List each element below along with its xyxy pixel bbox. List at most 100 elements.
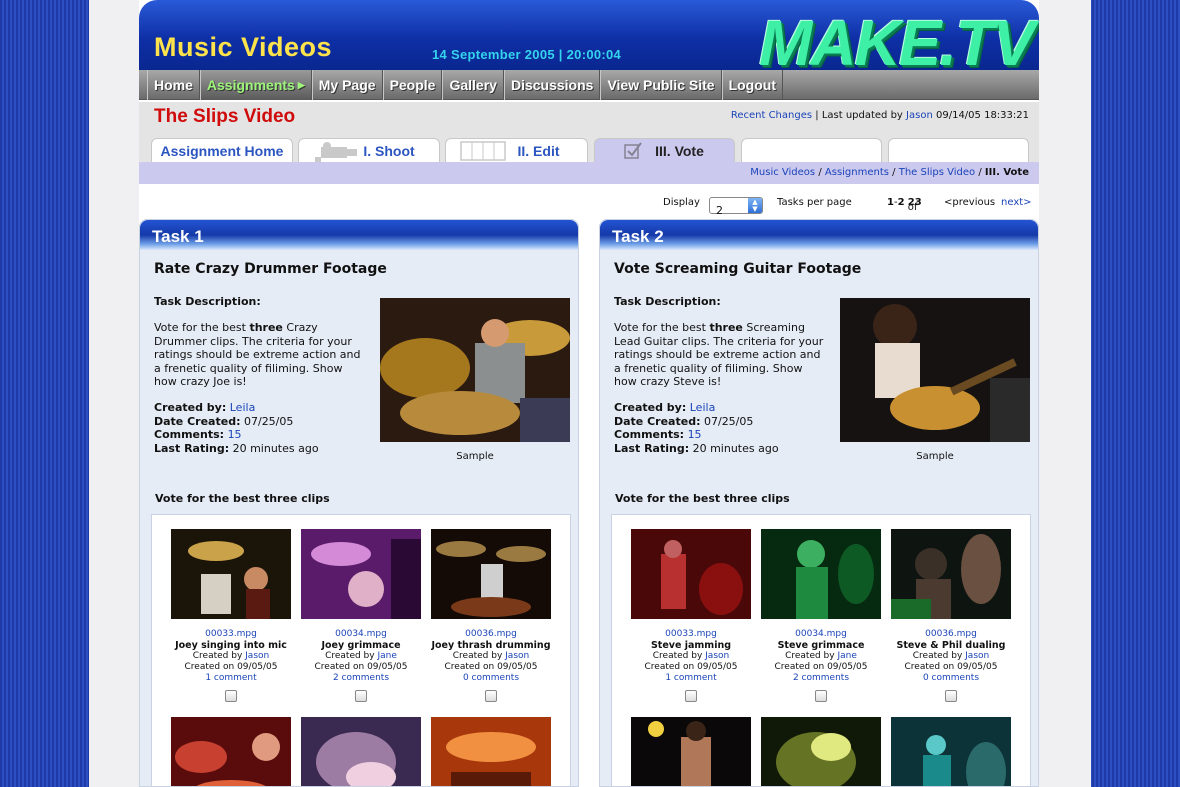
display-label: Display (663, 197, 700, 208)
clip-file-link[interactable]: 00034.mpg (335, 629, 387, 639)
clip-created-by-label: Created by (912, 651, 963, 661)
vote-checkbox[interactable] (355, 690, 367, 702)
clip-created-on-label: Created on (644, 662, 695, 672)
clip-created-on-label: Created on (774, 662, 825, 672)
date-created-label: Date Created: (614, 414, 701, 428)
clip-thumbnail[interactable] (171, 529, 291, 619)
nav-my-page[interactable]: My Page (311, 70, 383, 100)
tab-shoot[interactable]: I. Shoot (298, 138, 440, 163)
clip-comments-link[interactable]: 2 comments (793, 673, 849, 683)
clip-author-link[interactable]: Jane (377, 651, 396, 661)
previous-link[interactable]: <previous (944, 197, 995, 208)
make-tv-logo[interactable]: MAKE.TV (759, 8, 1035, 70)
clip-file-link[interactable]: 00033.mpg (205, 629, 257, 639)
updated-time: 09/14/05 18:33:21 (935, 110, 1029, 121)
clip-created-on-label: Created on (314, 662, 365, 672)
clip-card (429, 717, 553, 786)
sample-image[interactable] (840, 298, 1030, 442)
date-created-label: Date Created: (154, 414, 241, 428)
nav-gallery[interactable]: Gallery (442, 70, 504, 100)
nav-view-public-site[interactable]: View Public Site (600, 70, 722, 100)
clip-author-link[interactable]: Jason (705, 651, 729, 661)
clip-created-by-label: Created by (325, 651, 375, 661)
crumb-the-slips-video[interactable]: The Slips Video (899, 167, 975, 178)
vote-checkbox[interactable] (815, 690, 827, 702)
clip-comments-link[interactable]: 1 comment (205, 673, 256, 683)
nav-discussions[interactable]: Discussions (503, 70, 601, 100)
created-by-link[interactable]: Leila (230, 401, 256, 414)
comments-link[interactable]: 15 (228, 428, 242, 441)
breadcrumb-row: Music Videos / Assignments / The Slips V… (139, 162, 1039, 184)
clip-file-link[interactable]: 00036.mpg (925, 629, 977, 639)
app-shell: Music Videos 14 September 2005 | 20:00:0… (139, 0, 1039, 787)
clip-created-by-label: Created by (652, 651, 703, 661)
task-title: Vote Screaming Guitar Footage (614, 261, 862, 277)
clip-comments-link[interactable]: 0 comments (923, 673, 979, 683)
nav-home[interactable]: Home (147, 70, 200, 100)
range-to: 2 (897, 197, 905, 208)
page-title: The Slips Video (154, 106, 296, 127)
vote-checkbox[interactable] (485, 690, 497, 702)
crumb-separator: / (892, 167, 896, 178)
clip-comments-link[interactable]: 1 comment (665, 673, 716, 683)
vote-checkbox[interactable] (685, 690, 697, 702)
clip-thumbnail[interactable] (631, 717, 751, 786)
clip-thumbnail[interactable] (761, 717, 881, 786)
clip-created-by-label: Created by (452, 651, 503, 661)
tab-vote[interactable]: III. Vote (594, 138, 735, 163)
nav-people[interactable]: People (382, 70, 443, 100)
next-link[interactable]: next> (1001, 197, 1032, 208)
vote-checkbox[interactable] (945, 690, 957, 702)
clip-thumbnail[interactable] (431, 717, 551, 786)
clip-card: 00033.mpg Steve jamming Created by Jason… (629, 529, 753, 702)
clip-comments-link[interactable]: 2 comments (333, 673, 389, 683)
clip-card: 00036.mpg Joey thrash drumming Created b… (429, 529, 553, 702)
clip-name: Steve & Phil dualing (896, 640, 1006, 651)
updated-user-link[interactable]: Jason (906, 110, 933, 121)
clip-thumbnail[interactable] (301, 529, 421, 619)
task-description: Vote for the best three Screaming Lead G… (614, 321, 826, 389)
sample-image[interactable] (380, 298, 570, 442)
clip-thumbnail[interactable] (431, 529, 551, 619)
range-from: 1 (887, 197, 894, 208)
tab-assignment-home[interactable]: Assignment Home (151, 138, 293, 162)
clip-thumbnail[interactable] (171, 717, 291, 786)
clip-author-link[interactable]: Jason (965, 651, 989, 661)
clip-comments-link[interactable]: 0 comments (463, 673, 519, 683)
comments-link[interactable]: 15 (688, 428, 702, 441)
clip-file-link[interactable]: 00033.mpg (665, 629, 717, 639)
tab-edit[interactable]: II. Edit (445, 138, 588, 162)
tasks-per-page-select[interactable]: 2 ▲ ▼ (709, 197, 763, 217)
clip-author-link[interactable]: Jane (837, 651, 856, 661)
current-datetime: 14 September 2005 | 20:00:04 (432, 47, 622, 62)
pager-range: 1-2 of 23 (887, 197, 922, 213)
crumb-assignments[interactable]: Assignments (825, 167, 889, 178)
assignment-tabs: Assignment Home I. Shoot II. Edit III. V… (139, 132, 1039, 163)
stepper-arrows-icon: ▲ ▼ (748, 198, 762, 213)
clip-card (169, 717, 293, 786)
clip-thumbnail[interactable] (891, 529, 1011, 619)
clip-file-link[interactable]: 00034.mpg (795, 629, 847, 639)
clip-author-link[interactable]: Jason (505, 651, 529, 661)
nav-assignments[interactable]: Assignments ▶ (199, 70, 312, 100)
clip-author-link[interactable]: Jason (245, 651, 269, 661)
vote-checkbox[interactable] (225, 690, 237, 702)
clip-file-link[interactable]: 00036.mpg (465, 629, 517, 639)
clip-date: 09/05/05 (957, 662, 998, 672)
page-background: Music Videos 14 September 2005 | 20:00:0… (89, 0, 1091, 787)
last-rating: 20 minutes ago (232, 441, 319, 455)
clip-thumbnail[interactable] (301, 717, 421, 786)
clip-name: Steve grimmace (777, 640, 865, 651)
clip-thumbnail[interactable] (761, 529, 881, 619)
created-by-link[interactable]: Leila (690, 401, 716, 414)
title-row: The Slips Video Recent Changes | Last up… (139, 102, 1039, 132)
clip-card: 00036.mpg Steve & Phil dualing Created b… (889, 529, 1013, 702)
task-panel-2: Task 2 Vote Screaming Guitar Footage Tas… (599, 219, 1039, 787)
crumb-music-videos[interactable]: Music Videos (750, 167, 815, 178)
task-panel-1: Task 1 Rate Crazy Drummer Footage Task D… (139, 219, 579, 787)
recent-changes-link[interactable]: Recent Changes (731, 110, 812, 121)
clip-name: Joey singing into mic (175, 640, 287, 651)
nav-logout[interactable]: Logout (721, 70, 783, 100)
clip-thumbnail[interactable] (891, 717, 1011, 786)
clip-thumbnail[interactable] (631, 529, 751, 619)
